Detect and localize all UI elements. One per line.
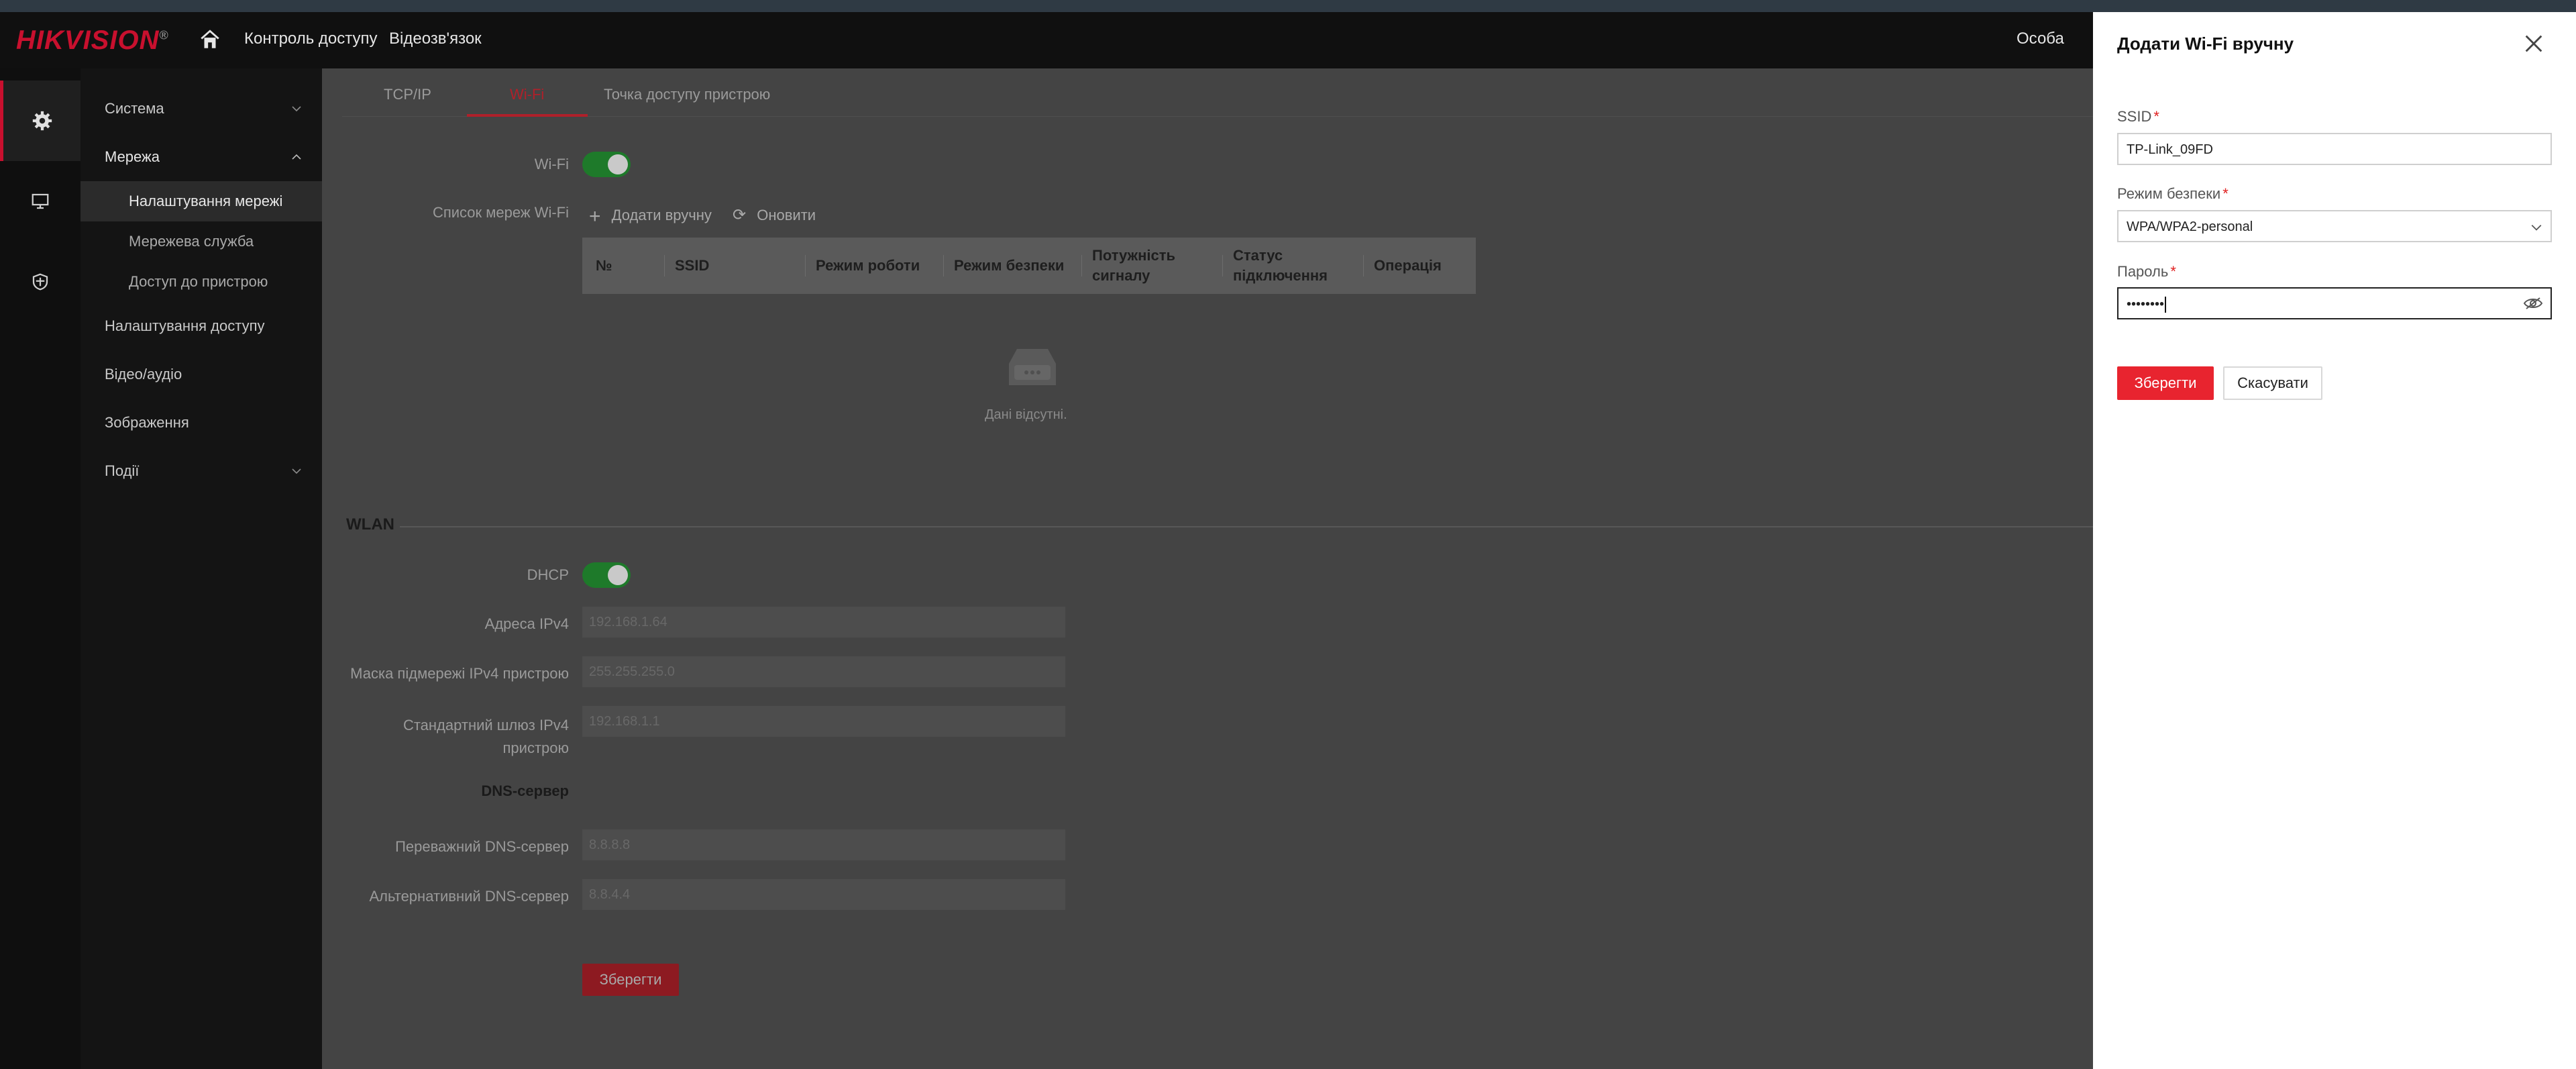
eye-slash-icon[interactable] — [2522, 295, 2544, 311]
dhcp-label: DHCP — [527, 566, 569, 583]
browser-strip — [0, 0, 2576, 12]
add-manual-label: Додати вручну — [611, 207, 712, 223]
ssid-input[interactable]: TP-Link_09FD — [2117, 133, 2552, 165]
sidebar-item-device-access[interactable]: Доступ до пристрою — [80, 262, 322, 302]
col-divider — [1081, 255, 1082, 276]
sidebar-item-system[interactable]: Система — [80, 89, 322, 129]
ssid-label-text: SSID — [2117, 108, 2152, 125]
add-manual-button[interactable]: + Додати вручну — [589, 205, 712, 228]
col-number: № — [596, 257, 612, 274]
ipv4-input[interactable]: 192.168.1.64 — [582, 607, 1065, 638]
security-mode-select[interactable]: WPA/WPA2-personal — [2117, 210, 2552, 242]
dns-preferred-label: Переважний DNS-сервер — [395, 838, 569, 855]
gateway-input[interactable]: 192.168.1.1 — [582, 706, 1065, 737]
sidebar-item-label: Події — [105, 462, 140, 479]
chevron-up-icon — [292, 154, 301, 160]
gear-icon — [32, 111, 52, 131]
chevron-down-icon — [2531, 224, 2542, 231]
sidebar-item-network[interactable]: Мережа — [80, 137, 322, 177]
col-security-mode: Режим безпеки — [954, 257, 1065, 274]
ipv4-label: Адреса IPv4 — [484, 615, 569, 632]
refresh-button[interactable]: ⟳ Оновити — [733, 205, 816, 225]
add-wifi-drawer: Додати Wi-Fi вручну SSID * TP-Link_09FD Р… — [2093, 12, 2576, 1069]
required-mark: * — [2222, 185, 2229, 202]
tab-wifi[interactable]: Wi-Fi — [510, 86, 544, 103]
wlan-divider — [400, 526, 2093, 527]
empty-box-icon — [1009, 349, 1056, 385]
col-divider — [805, 255, 806, 276]
dns-section-title: DNS-сервер — [481, 782, 569, 799]
sidebar-item-network-service[interactable]: Мережева служба — [80, 221, 322, 262]
wifi-label: Wi-Fi — [534, 156, 569, 172]
chevron-down-icon — [292, 468, 301, 474]
refresh-label: Оновити — [757, 207, 816, 223]
sidebar-item-events[interactable]: Події — [80, 451, 322, 491]
text-caret — [2165, 297, 2167, 313]
ssid-label: SSID * — [2117, 108, 2159, 125]
icon-rail — [0, 68, 80, 1069]
rail-security[interactable] — [0, 242, 80, 322]
tabs-divider — [342, 116, 2093, 117]
dns-alternate-label: Альтернативний DNS-сервер — [369, 888, 569, 905]
col-divider — [943, 255, 944, 276]
col-divider — [664, 255, 665, 276]
tab-active-indicator — [467, 114, 588, 117]
col-ssid: SSID — [675, 257, 710, 274]
col-work-mode: Режим роботи — [816, 257, 920, 274]
shield-icon — [32, 273, 48, 291]
mask-input[interactable]: 255.255.255.0 — [582, 656, 1065, 687]
wifi-table-header: № SSID Режим роботи Режим безпеки Потужн… — [582, 238, 1476, 294]
password-label: Пароль * — [2117, 263, 2176, 281]
security-mode-label-text: Режим безпеки — [2117, 185, 2221, 202]
required-mark: * — [2170, 263, 2176, 280]
sidebar-item-label: Мережа — [105, 148, 160, 165]
sidebar-item-label: Система — [105, 100, 164, 117]
required-mark: * — [2153, 108, 2159, 125]
rail-monitor[interactable] — [0, 161, 80, 242]
col-signal: Потужність сигналу — [1092, 247, 1176, 284]
sidebar: Система Мережа Налаштування мережі Мереж… — [80, 68, 322, 1069]
logo: HIKVISION® — [16, 26, 169, 55]
close-icon[interactable] — [2522, 32, 2545, 55]
home-icon[interactable] — [199, 28, 221, 51]
col-status: Статус підключення — [1233, 247, 1328, 284]
wlan-section-title: WLAN — [346, 515, 394, 533]
main-content: TCP/IP Wi-Fi Точка доступу пристрою Wi-F… — [322, 68, 2093, 1069]
dns-alternate-input[interactable]: 8.8.4.4 — [582, 879, 1065, 910]
empty-state-text: Дані відсутні. — [985, 407, 1067, 422]
password-input[interactable]: •••••••• — [2117, 287, 2552, 319]
tab-tcpip[interactable]: TCP/IP — [384, 86, 431, 103]
nav-access-control[interactable]: Контроль доступу — [244, 30, 378, 48]
password-value: •••••••• — [2127, 297, 2165, 312]
sidebar-item-network-settings[interactable]: Налаштування мережі — [80, 181, 322, 221]
drawer-save-button[interactable]: Зберегти — [2117, 366, 2214, 400]
main-save-button[interactable]: Зберегти — [582, 964, 679, 996]
plus-icon: + — [589, 205, 601, 227]
sidebar-item-access-settings[interactable]: Налаштування доступу — [80, 306, 322, 346]
tab-device-hotspot[interactable]: Точка доступу пристрою — [604, 86, 770, 103]
top-bar: HIKVISION® Контроль доступу Відеозв'язок… — [0, 12, 2093, 68]
col-divider — [1363, 255, 1364, 276]
col-divider — [1222, 255, 1223, 276]
sidebar-item-image[interactable]: Зображення — [80, 403, 322, 443]
rail-system-settings[interactable] — [0, 81, 80, 161]
gateway-label: Стандартний шлюз IPv4 пристрою — [402, 717, 569, 756]
drawer-cancel-button[interactable]: Скасувати — [2223, 366, 2322, 400]
nav-video-intercom[interactable]: Відеозв'язок — [389, 30, 482, 48]
mask-label: Маска підмережі IPv4 пристрою — [350, 665, 569, 682]
wifi-toggle[interactable] — [582, 152, 631, 177]
drawer-title: Додати Wi-Fi вручну — [2117, 34, 2294, 54]
chevron-down-icon — [292, 106, 301, 112]
wifi-list-label: Список мереж Wi-Fi — [432, 204, 569, 221]
col-operation: Операція — [1374, 257, 1442, 274]
dhcp-toggle[interactable] — [582, 562, 631, 588]
security-mode-label: Режим безпеки * — [2117, 185, 2229, 203]
monitor-icon — [32, 193, 49, 209]
security-mode-value: WPA/WPA2-personal — [2127, 219, 2253, 234]
password-label-text: Пароль — [2117, 263, 2169, 280]
dns-preferred-input[interactable]: 8.8.8.8 — [582, 829, 1065, 860]
refresh-icon: ⟳ — [733, 206, 747, 224]
sidebar-item-video-audio[interactable]: Відео/аудіо — [80, 354, 322, 395]
nav-person[interactable]: Особа — [2017, 30, 2064, 48]
